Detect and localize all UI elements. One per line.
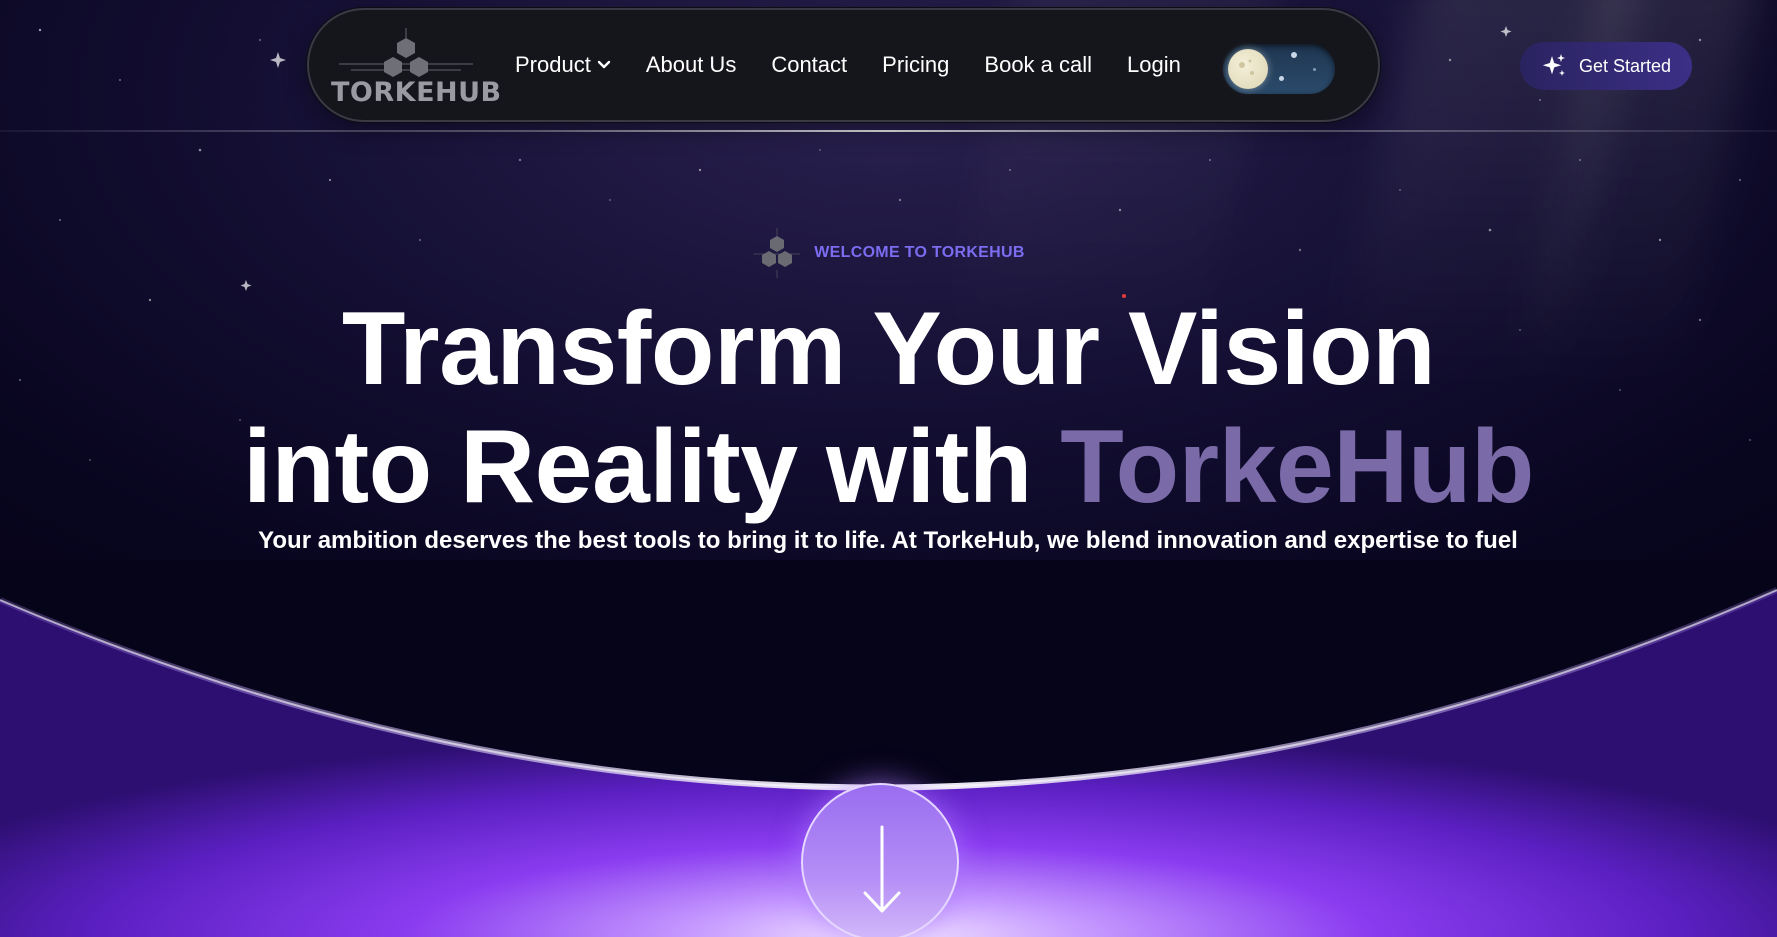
moon-icon: [1228, 49, 1268, 89]
nav-item-about-us[interactable]: About Us: [646, 52, 737, 78]
navbar: TORKEHUB Product About Us Contact Pricin…: [307, 8, 1380, 122]
nav-links: Product About Us Contact Pricing Book a …: [515, 10, 1216, 120]
logo-wordmark: TORKEHUB: [331, 77, 502, 108]
star-dot: [1291, 52, 1297, 58]
star-dot: [1313, 68, 1316, 71]
sparkle-icon: [1542, 54, 1565, 76]
welcome-label: WELCOME TO TORKEHUB: [814, 244, 1025, 261]
nav-item-label: About Us: [645, 52, 737, 77]
nav-item-label: Pricing: [882, 52, 950, 77]
chevron-down-icon: [597, 60, 611, 69]
hexagon-logo-icon: [339, 28, 473, 77]
get-started-button[interactable]: Get Started: [1520, 42, 1692, 90]
nav-item-label: Login: [1127, 52, 1181, 77]
hero-title-brand: TorkeHub: [1060, 409, 1534, 525]
arrow-down-icon: [863, 825, 901, 913]
brand-logo[interactable]: TORKEHUB: [331, 24, 502, 110]
hero-title: Transform Your Vision into Reality with …: [0, 290, 1777, 526]
header-divider: [0, 130, 1777, 132]
hero-title-line2: into Reality with: [243, 409, 1061, 525]
nav-item-label: Contact: [771, 52, 848, 77]
get-started-label: Get Started: [1578, 55, 1672, 76]
welcome-badge: WELCOME TO TORKEHUB: [0, 228, 1777, 278]
nav-item-label: Book a call: [984, 52, 1093, 77]
nav-item-label: Product: [515, 52, 591, 77]
scroll-down-button[interactable]: [801, 783, 959, 937]
hero-title-line1: Transform Your Vision: [341, 291, 1436, 407]
nav-item-contact[interactable]: Contact: [771, 52, 847, 78]
hexagon-logo-icon: [754, 228, 801, 278]
nav-item-book-a-call[interactable]: Book a call: [984, 52, 1092, 78]
nav-item-pricing[interactable]: Pricing: [882, 52, 949, 78]
star-dot: [1279, 76, 1284, 81]
nav-item-login[interactable]: Login: [1127, 52, 1181, 78]
nav-item-product[interactable]: Product: [515, 52, 611, 78]
theme-toggle[interactable]: [1223, 44, 1335, 94]
